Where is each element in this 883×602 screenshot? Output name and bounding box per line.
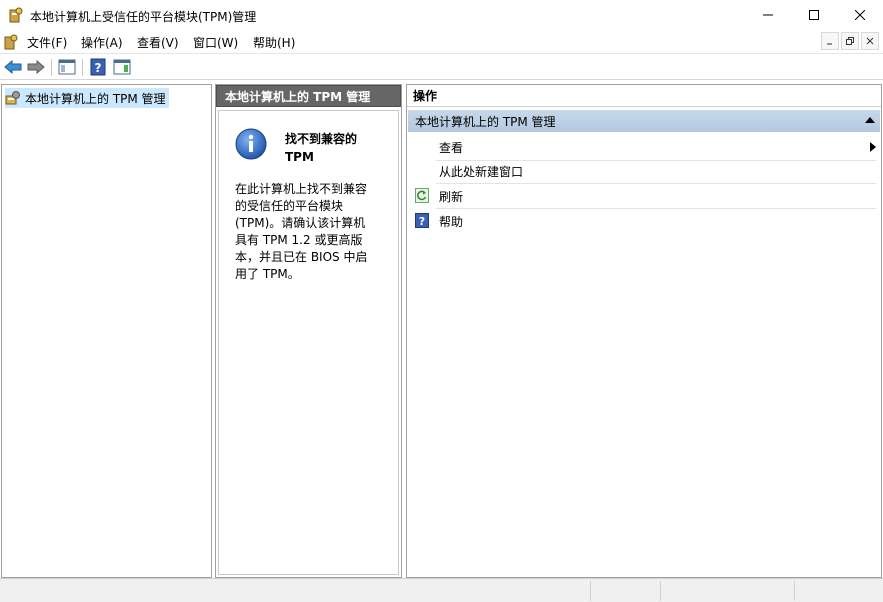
result-pane-header: 本地计算机上的 TPM 管理 [216, 85, 401, 107]
action-label: 帮助 [439, 215, 464, 229]
action-new-window[interactable]: 从此处新建窗口 [408, 159, 876, 183]
toolbar: ? [0, 55, 883, 80]
toolbar-separator [82, 59, 83, 76]
toolbar-separator [51, 59, 52, 76]
tree-item-label: 本地计算机上的 TPM 管理 [25, 91, 166, 106]
document-key-icon[interactable] [3, 34, 19, 50]
tpm-management-icon [5, 91, 20, 105]
status-cell [660, 581, 794, 601]
submenu-arrow-icon [870, 142, 876, 152]
error-message-line: 用了 TPM。 [235, 267, 300, 281]
forward-button[interactable] [27, 58, 45, 76]
actions-pane-header: 操作 [407, 85, 881, 107]
error-title: 找不到兼容的 TPM [285, 132, 358, 164]
action-group-tpm-management[interactable]: 本地计算机上的 TPM 管理 [408, 110, 880, 132]
action-view[interactable]: 查看 [408, 135, 876, 159]
mdi-close-button[interactable] [861, 32, 879, 50]
maximize-icon [809, 10, 819, 20]
refresh-icon [415, 188, 429, 203]
status-cell [590, 581, 660, 601]
action-label: 查看 [439, 141, 464, 155]
action-help[interactable]: ? 帮助 [408, 209, 876, 233]
status-cell [794, 581, 882, 601]
maximize-button[interactable] [791, 0, 837, 30]
mdi-minimize-button[interactable] [821, 32, 839, 50]
menu-action[interactable]: 操作(A) [81, 34, 123, 51]
error-message-line: 的受信任的平台模块 [235, 199, 344, 213]
main-area: 本地计算机上的 TPM 管理 本地计算机上的 TPM 管理 找不到兼容的 TPM… [0, 82, 883, 578]
tree-item-tpm-management[interactable]: 本地计算机上的 TPM 管理 [5, 88, 169, 108]
close-icon [855, 10, 865, 20]
minimize-button[interactable] [745, 0, 791, 30]
error-message-line: 在此计算机上找不到兼容 [235, 182, 368, 196]
mdi-restore-button[interactable] [841, 32, 859, 50]
help-toolbar-button[interactable]: ? [89, 58, 107, 76]
error-message-line: 具有 TPM 1.2 或更高版 [235, 233, 363, 247]
show-hide-tree-icon [58, 59, 76, 75]
back-button[interactable] [4, 58, 22, 76]
help-icon: ? [90, 58, 106, 76]
info-icon [235, 128, 267, 160]
action-label: 从此处新建窗口 [439, 165, 524, 179]
menu-window[interactable]: 窗口(W) [193, 34, 238, 51]
close-icon [866, 37, 874, 45]
svg-text:?: ? [419, 215, 425, 228]
close-button[interactable] [837, 0, 883, 30]
error-message-line: (TPM)。请确认该计算机 [235, 216, 366, 230]
error-message-line: 本，并且已在 BIOS 中启 [235, 250, 368, 264]
collapse-arrow-icon[interactable] [865, 117, 875, 123]
action-group-title: 本地计算机上的 TPM 管理 [415, 114, 556, 129]
result-pane: 本地计算机上的 TPM 管理 找不到兼容的 TPM 在此计算机上找不到兼容 的受… [215, 84, 402, 578]
restore-icon [846, 37, 854, 45]
menu-bar: 文件(F) 操作(A) 查看(V) 窗口(W) 帮助(H) [0, 30, 883, 54]
forward-arrow-icon [27, 60, 45, 74]
error-message: 在此计算机上找不到兼容 的受信任的平台模块 (TPM)。请确认该计算机 具有 T… [235, 181, 380, 283]
tpm-key-icon [9, 7, 23, 23]
console-tree-pane: 本地计算机上的 TPM 管理 [1, 84, 212, 578]
menu-help[interactable]: 帮助(H) [253, 34, 295, 51]
minimize-icon [763, 14, 773, 16]
menu-file[interactable]: 文件(F) [27, 34, 67, 51]
window-title: 本地计算机上受信任的平台模块(TPM)管理 [30, 10, 257, 24]
show-hide-action-pane-button[interactable] [113, 58, 131, 76]
back-arrow-icon [4, 60, 22, 74]
result-pane-body: 找不到兼容的 TPM 在此计算机上找不到兼容 的受信任的平台模块 (TPM)。请… [218, 110, 399, 575]
status-bar [0, 578, 883, 602]
minimize-icon [827, 43, 832, 45]
svg-text:?: ? [95, 61, 102, 75]
help-icon: ? [415, 213, 429, 228]
action-refresh[interactable]: 刷新 [408, 184, 876, 208]
title-bar: 本地计算机上受信任的平台模块(TPM)管理 [0, 0, 883, 30]
show-hide-tree-button[interactable] [58, 58, 76, 76]
actions-pane: 操作 本地计算机上的 TPM 管理 查看 从此处新建窗口 刷新 ? 帮助 [406, 84, 882, 578]
show-hide-action-pane-icon [113, 59, 131, 75]
action-label: 刷新 [439, 190, 464, 204]
mdi-window-controls [821, 32, 879, 52]
menu-view[interactable]: 查看(V) [137, 34, 179, 51]
